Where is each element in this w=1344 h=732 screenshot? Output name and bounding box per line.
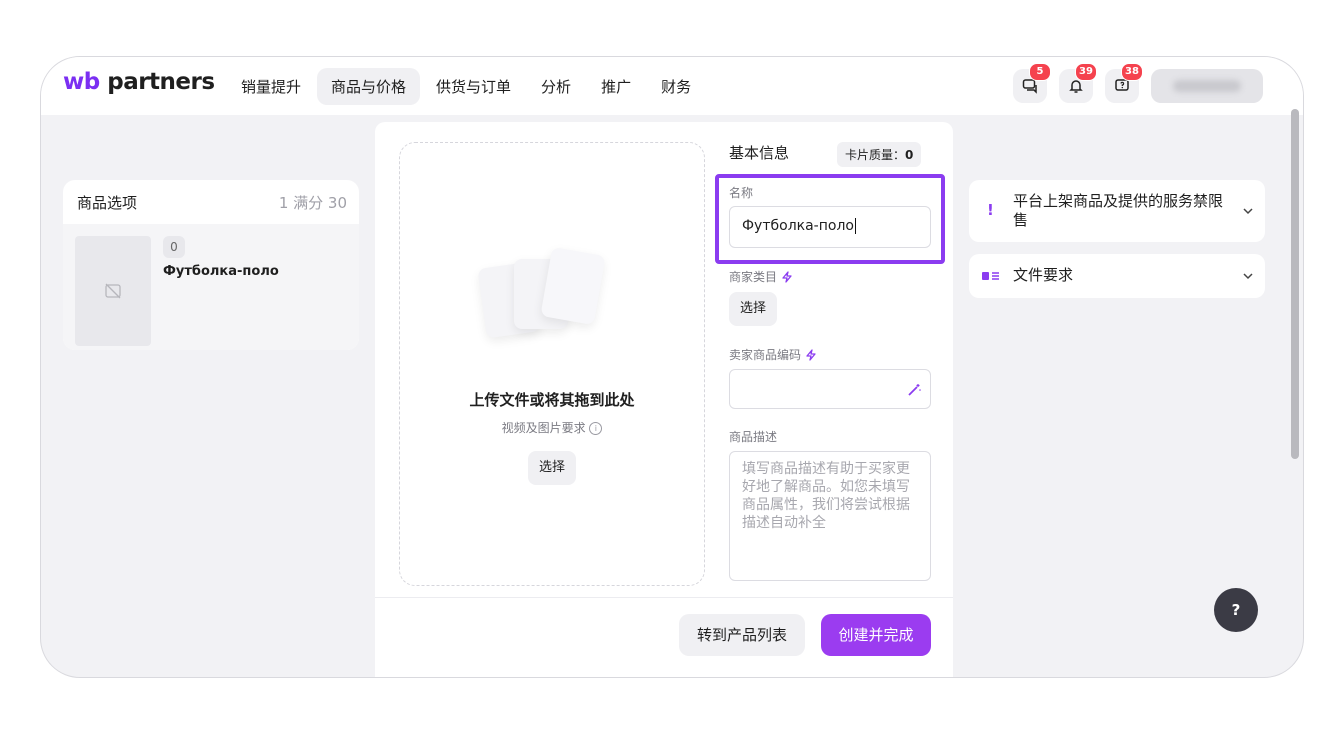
create-and-finish-button[interactable]: 创建并完成 [821, 614, 931, 656]
logo[interactable]: wb partners [63, 69, 215, 95]
main-nav: 销量提升 商品与价格 供货与订单 分析 推广 财务 [227, 68, 705, 105]
nav-supplies-orders[interactable]: 供货与订单 [422, 68, 525, 105]
variants-title: 商品选项 [77, 194, 138, 212]
account-menu[interactable] [1151, 69, 1263, 103]
nav-analytics[interactable]: 分析 [527, 68, 585, 105]
description-field[interactable]: 填写商品描述有助于买家更好地了解商品。如您未填写商品属性，我们将尝试根据描述自动… [729, 451, 931, 581]
notifications-button[interactable]: 39 [1059, 63, 1097, 103]
chevron-down-icon [1243, 208, 1253, 215]
media-upload-dropzone[interactable]: 上传文件或将其拖到此处 视频及图片要求 i 选择 [399, 142, 705, 586]
product-variants-card: 商品选项 1 满分 30 0 Футболка-поло [63, 180, 359, 350]
vertical-scrollbar[interactable] [1291, 109, 1299, 459]
upload-title: 上传文件或将其拖到此处 [469, 391, 635, 409]
media-requirements[interactable]: 视频及图片要求 i [400, 419, 704, 436]
go-to-product-list-button[interactable]: 转到产品列表 [679, 614, 805, 656]
variant-quality-badge: 0 [163, 236, 185, 258]
file-requirements-title: 文件要求 [1013, 266, 1074, 284]
upload-illustration [477, 243, 618, 353]
category-label: 商家类目 [729, 270, 778, 284]
media-requirements-label: 视频及图片要求 [501, 421, 586, 435]
variant-name: Футболка-поло [163, 264, 279, 279]
category-select-button[interactable]: 选择 [729, 292, 777, 326]
sku-field[interactable] [729, 369, 931, 409]
help-button[interactable]: ? [1214, 588, 1258, 632]
sku-label: 卖家商品编码 [729, 348, 802, 362]
header-actions: 5 39 38 [1013, 63, 1263, 103]
support-badge: 38 [1121, 63, 1143, 81]
restrictions-title: 平台上架商品及提供的服务禁限售 [1013, 192, 1224, 229]
nav-sales-growth[interactable]: 销量提升 [227, 68, 315, 105]
name-field-value: Футболка-поло [742, 218, 854, 234]
upload-select-button[interactable]: 选择 [528, 451, 576, 485]
magic-wand-icon[interactable] [906, 382, 922, 398]
chevron-down-icon [1243, 273, 1253, 280]
basic-info-title: 基本信息 [729, 144, 790, 162]
notifications-badge: 39 [1075, 63, 1097, 81]
text-cursor [854, 218, 856, 234]
form-footer: 转到产品列表 创建并完成 [375, 597, 953, 677]
card-quality-value: 0 [905, 148, 914, 162]
logo-partners: partners [107, 69, 215, 95]
top-header: wb partners 销量提升 商品与价格 供货与订单 分析 推广 财务 5 … [41, 57, 1303, 115]
app-window: wb partners 销量提升 商品与价格 供货与订单 分析 推广 财务 5 … [40, 56, 1304, 678]
name-field[interactable]: Футболка-поло [729, 206, 931, 248]
card-quality-label: 卡片质量： [845, 148, 906, 162]
lightning-icon [806, 348, 816, 361]
no-image-icon [105, 283, 121, 299]
nav-promotion[interactable]: 推广 [587, 68, 645, 105]
sku-label-row: 卖家商品编码 [729, 346, 817, 363]
variants-count: 1 满分 30 [278, 194, 347, 212]
warning-icon: ! [987, 201, 994, 219]
support-button[interactable]: 38 [1105, 63, 1143, 103]
nav-products-prices[interactable]: 商品与价格 [317, 68, 421, 105]
name-label: 名称 [729, 186, 754, 200]
chat-badge: 5 [1029, 63, 1051, 81]
variant-item[interactable]: 0 Футболка-поло [63, 224, 359, 350]
lightning-icon [782, 270, 792, 283]
logo-wb: wb [63, 69, 100, 95]
variant-thumbnail [75, 236, 151, 346]
product-form-panel: 上传文件或将其拖到此处 视频及图片要求 i 选择 基本信息 卡片质量：0 名称 … [375, 122, 953, 677]
description-label: 商品描述 [729, 430, 778, 444]
file-requirements-accordion[interactable]: 文件要求 [969, 254, 1265, 298]
info-icon: i [589, 422, 603, 435]
category-label-row: 商家类目 [729, 268, 793, 285]
restrictions-accordion[interactable]: ! 平台上架商品及提供的服务禁限售 [969, 180, 1265, 242]
card-quality-badge: 卡片质量：0 [837, 142, 922, 167]
nav-finance[interactable]: 财务 [647, 68, 705, 105]
document-list-icon [982, 272, 999, 280]
chat-button[interactable]: 5 [1013, 63, 1051, 103]
